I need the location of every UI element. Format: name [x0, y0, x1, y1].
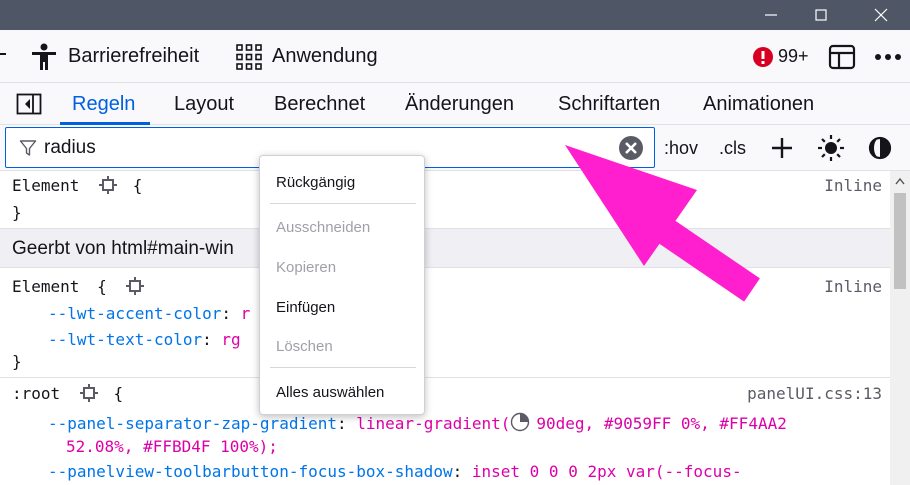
rule-close-brace: } [12, 203, 22, 222]
tab-changes[interactable]: Änderungen [405, 83, 514, 125]
tab-fonts[interactable]: Schriftarten [558, 83, 660, 125]
property-name[interactable]: --panelview-toolbarbutton-focus-box-shad… [48, 462, 453, 481]
inherited-from-label[interactable]: Geerbt von html#main-win [12, 238, 234, 260]
property-value-continued[interactable]: 90deg, #9059FF 0%, #FF4AA2 [536, 414, 786, 433]
tool-accessibility[interactable]: Barrierefreiheit [30, 30, 199, 83]
rule-open-brace: { [97, 277, 107, 296]
rule-selector[interactable]: Element [12, 176, 79, 195]
maximize-icon [815, 9, 827, 21]
scrollbar-thumb[interactable] [894, 193, 906, 289]
node-highlight-icon[interactable] [79, 384, 98, 402]
property-value[interactable]: rg [221, 330, 240, 349]
error-count: 99+ [778, 46, 809, 66]
colon: : [221, 304, 232, 323]
tab-animations[interactable]: Animationen [703, 83, 814, 125]
window-titlebar [0, 0, 910, 30]
rule-selector[interactable]: :root [12, 384, 60, 403]
more-horizontal-icon [875, 53, 901, 60]
error-count-button[interactable]: 99+ [752, 30, 809, 83]
context-menu: Rückgängig Ausschneiden Kopieren Einfüge… [259, 155, 425, 415]
close-icon [874, 8, 888, 22]
menu-separator [270, 203, 416, 204]
overflow-edge [0, 53, 6, 55]
rules-scrollbar[interactable] [890, 171, 910, 485]
rule-open-brace: { [113, 384, 124, 403]
tab-computed[interactable]: Berechnet [274, 83, 365, 125]
rule-element-selector-line: Element { [12, 277, 145, 296]
inspector-sidebar-tabs: Regeln Layout Berechnet Änderungen Schri… [0, 83, 910, 125]
rules-panel: Element { Inline } Geerbt von html#main-… [0, 171, 890, 485]
more-options-button[interactable] [874, 30, 902, 83]
rule-open-brace: { [132, 176, 143, 195]
half-moon-icon [868, 136, 892, 160]
dark-scheme-toggle[interactable] [868, 125, 892, 171]
colon: : [452, 462, 463, 481]
tool-application-label: Anwendung [272, 45, 378, 67]
menu-item-paste[interactable]: Einfügen [276, 299, 335, 316]
layout-icon [828, 44, 856, 69]
declaration-wrapped: 52.08%, #FFBD4F 100%); [66, 437, 278, 456]
sidebar-toggle-icon [16, 93, 42, 115]
property-value[interactable]: r [241, 304, 251, 323]
colon: : [202, 330, 212, 349]
tool-accessibility-label: Barrierefreiheit [68, 45, 200, 67]
rule-close-brace: } [12, 352, 22, 371]
inherited-section-header: Geerbt von html#main-win [0, 228, 890, 268]
minimize-icon [765, 14, 777, 16]
declaration[interactable]: --panelview-toolbarbutton-focus-box-shad… [48, 462, 742, 481]
dock-layout-button[interactable] [828, 30, 856, 83]
rule-element-selector-line: Element { [12, 176, 142, 195]
property-name[interactable]: --lwt-text-color [48, 330, 202, 349]
rule-selector[interactable]: Element [12, 277, 79, 296]
declaration[interactable]: --panel-separator-zap-gradient: linear-g… [48, 412, 787, 433]
devtools-toolbar: Barrierefreiheit Anwendung 99+ [0, 30, 910, 83]
sun-icon [818, 135, 844, 161]
pseudo-class-toggle[interactable]: :hov [664, 125, 698, 171]
property-value[interactable]: inset 0 0 0 2px var(--focus- [472, 462, 742, 481]
scroll-up-icon[interactable] [895, 177, 905, 185]
filter-icon [19, 140, 37, 156]
error-icon [753, 46, 773, 67]
rules-filter-bar: :hov .cls [0, 125, 910, 171]
rule-source-link[interactable]: Inline [824, 277, 882, 296]
add-rule-button[interactable] [771, 125, 793, 171]
class-panel-toggle[interactable]: .cls [719, 125, 746, 171]
property-name[interactable]: --lwt-accent-color [48, 304, 221, 323]
maximize-button[interactable] [798, 0, 844, 30]
menu-item-undo[interactable]: Rückgängig [276, 174, 355, 191]
toggle-sidebar-button[interactable] [16, 83, 42, 125]
light-scheme-toggle[interactable] [818, 125, 844, 171]
rule-divider [0, 377, 890, 378]
colon: : [336, 414, 347, 433]
property-value-continued[interactable]: 52.08%, #FFBD4F 100%); [66, 437, 278, 456]
menu-item-cut[interactable]: Ausschneiden [276, 219, 370, 236]
property-value[interactable]: linear-gradient( [356, 414, 510, 433]
accessibility-icon [32, 43, 56, 70]
declaration[interactable]: --lwt-accent-color: r [48, 304, 250, 323]
menu-item-delete[interactable]: Löschen [276, 338, 333, 355]
menu-item-copy[interactable]: Kopieren [276, 259, 336, 276]
grid-icon [236, 43, 262, 70]
minimize-button[interactable] [748, 0, 794, 30]
angle-swatch-icon[interactable] [510, 412, 530, 432]
plus-icon [772, 138, 792, 158]
node-highlight-icon[interactable] [99, 176, 118, 194]
tab-layout[interactable]: Layout [174, 83, 234, 125]
property-name[interactable]: --panel-separator-zap-gradient [48, 414, 337, 433]
rule-root-selector-line: :root { [12, 384, 123, 403]
rule-source-link[interactable]: panelUI.css:13 [747, 384, 882, 403]
menu-separator [270, 367, 416, 368]
tab-rules[interactable]: Regeln [72, 83, 135, 125]
clear-filter-icon[interactable] [618, 135, 644, 161]
tool-application[interactable]: Anwendung [236, 30, 378, 83]
declaration[interactable]: --lwt-text-color: rg [48, 330, 241, 349]
node-highlight-icon[interactable] [126, 277, 145, 295]
rule-source-link[interactable]: Inline [824, 176, 882, 195]
close-window-button[interactable] [858, 0, 904, 30]
menu-item-select-all[interactable]: Alles auswählen [276, 384, 384, 401]
